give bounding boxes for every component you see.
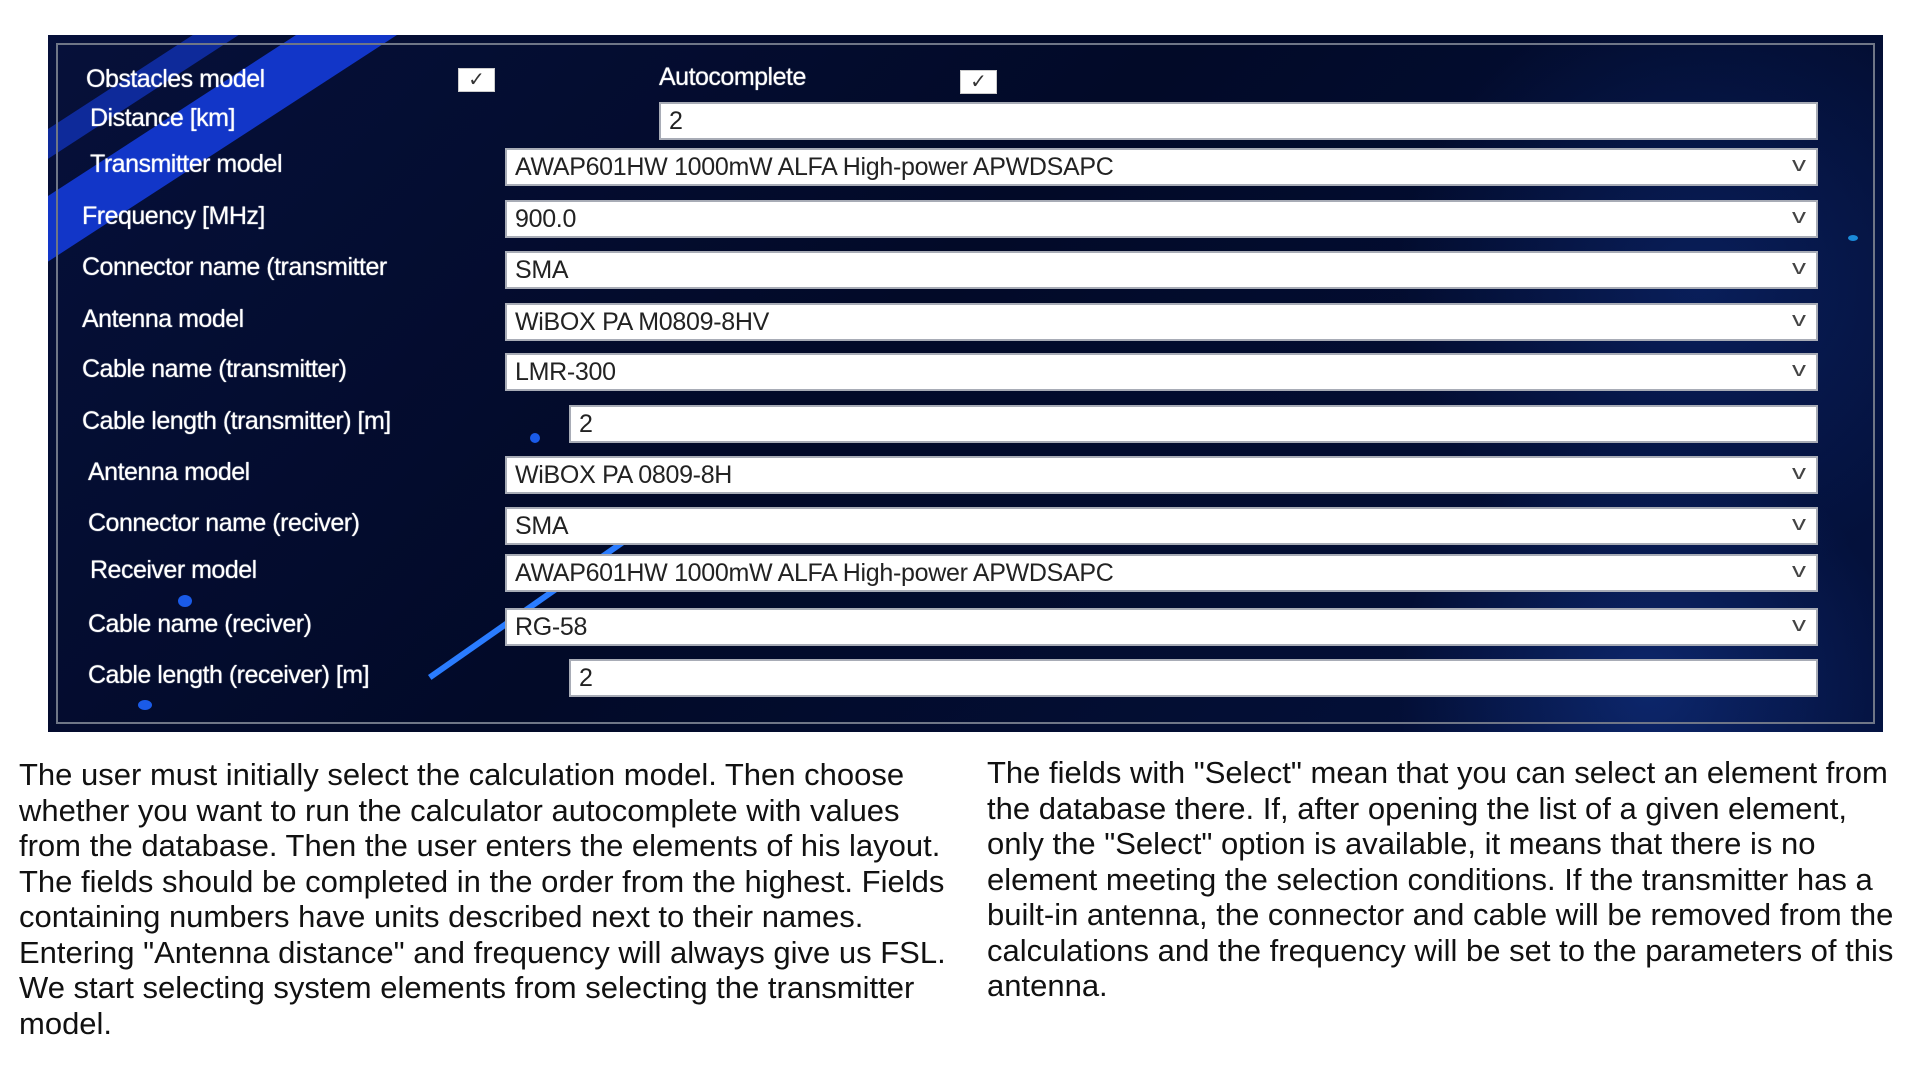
chevron-down-icon[interactable]: v [1792,154,1806,177]
description-right: The fields with "Select" mean that you c… [987,755,1894,1003]
distance-km-label: Distance [km] [90,104,235,132]
frequency-mhz-label: Frequency [MHz] [82,202,265,230]
receiver-model-label: Receiver model [90,556,257,584]
calculator-form-panel: Obstacles model ✓ Autocomplete ✓ Distanc… [48,35,1883,732]
obstacles-model-label: Obstacles model [86,65,265,93]
field-value: AWAP601HW 1000mW ALFA High-power APWDSAP… [515,558,1114,587]
field-value: WiBOX PA M0809-8HV [515,307,769,336]
cable-name-transmitter-label: Cable name (transmitter) [82,355,347,383]
cable-length-receiver-m-input[interactable]: 2 [569,659,1818,697]
cable-length-transmitter-m-input[interactable]: 2 [569,405,1818,443]
antenna-model-dropdown[interactable]: WiBOX PA 0809-8H v [505,456,1818,494]
antenna-model-dropdown[interactable]: WiBOX PA M0809-8HV v [505,303,1818,341]
receiver-model-dropdown[interactable]: AWAP601HW 1000mW ALFA High-power APWDSAP… [505,554,1818,592]
connector-name-transmitter-label: Connector name (transmitter [82,253,387,281]
antenna-model-label: Antenna model [88,458,250,486]
chevron-down-icon[interactable]: v [1792,206,1806,229]
description-left: The user must initially select the calcu… [19,757,946,1041]
chevron-down-icon[interactable]: v [1792,614,1806,637]
frequency-mhz-dropdown[interactable]: 900.0 v [505,200,1818,238]
field-value: WiBOX PA 0809-8H [515,460,733,489]
connector-name-reciver-label: Connector name (reciver) [88,509,360,537]
field-value: 900.0 [515,204,577,233]
connector-name-transmitter-dropdown[interactable]: SMA v [505,251,1818,289]
antenna-model-label: Antenna model [82,305,244,333]
field-value: SMA [515,511,569,540]
field-value: 2 [579,663,593,692]
autocomplete-label: Autocomplete [659,63,806,91]
chevron-down-icon[interactable]: v [1792,462,1806,485]
chevron-down-icon[interactable]: v [1792,359,1806,382]
chevron-down-icon[interactable]: v [1792,513,1806,536]
chevron-down-icon[interactable]: v [1792,309,1806,332]
connector-name-reciver-dropdown[interactable]: SMA v [505,507,1818,545]
obstacles-model-checkbox[interactable]: ✓ [458,68,495,92]
transmitter-model-dropdown[interactable]: AWAP601HW 1000mW ALFA High-power APWDSAP… [505,148,1818,186]
field-value: 2 [579,409,593,438]
field-value: 2 [669,106,683,135]
distance-km-input[interactable]: 2 [659,102,1818,140]
chevron-down-icon[interactable]: v [1792,257,1806,280]
field-value: LMR-300 [515,357,616,386]
field-value: RG-58 [515,612,588,641]
cable-name-reciver-label: Cable name (reciver) [88,610,312,638]
field-value: AWAP601HW 1000mW ALFA High-power APWDSAP… [515,152,1114,181]
cable-name-transmitter-dropdown[interactable]: LMR-300 v [505,353,1818,391]
cable-length-transmitter-m-label: Cable length (transmitter) [m] [82,407,391,435]
chevron-down-icon[interactable]: v [1792,560,1806,583]
cable-name-reciver-dropdown[interactable]: RG-58 v [505,608,1818,646]
cable-length-receiver-m-label: Cable length (receiver) [m] [88,661,370,689]
field-value: SMA [515,255,569,284]
transmitter-model-label: Transmitter model [90,150,283,178]
autocomplete-checkbox[interactable]: ✓ [960,70,997,94]
